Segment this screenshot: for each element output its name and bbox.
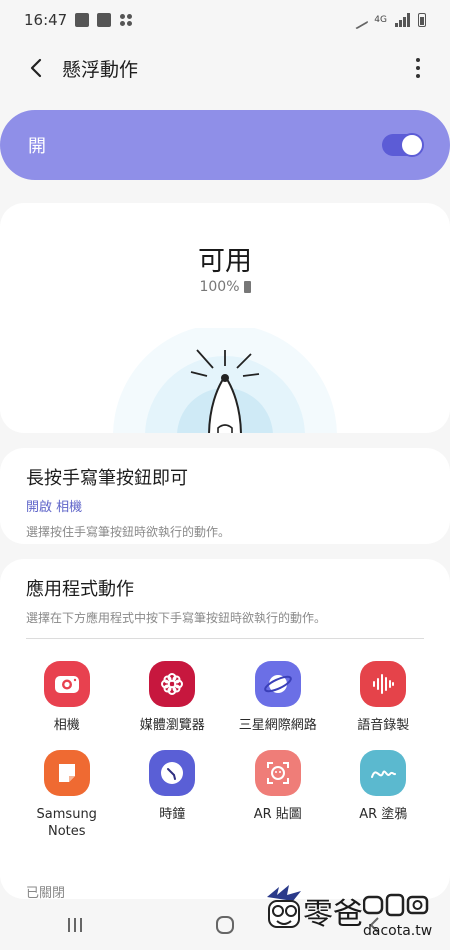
battery-icon — [243, 281, 251, 293]
app-label: AR 塗鴉 — [359, 807, 408, 822]
app-actions-description: 選擇在下方應用程式中按下手寫筆按鈕時欲執行的動作。 — [26, 611, 327, 625]
more-dot — [416, 66, 420, 70]
app-label: AR 貼圖 — [253, 807, 302, 822]
back-button[interactable] — [16, 48, 56, 88]
pen-status-card: 可用 100% — [0, 203, 450, 433]
status-right: 4G — [349, 10, 426, 30]
s-pen-illustration — [113, 328, 337, 433]
app-tile-samsung-notes[interactable]: Samsung Notes — [14, 750, 120, 840]
pen-battery-level: 100% — [199, 279, 240, 295]
page-title: 懸浮動作 — [62, 58, 139, 81]
home-button[interactable] — [195, 905, 255, 945]
chevron-left-icon — [30, 58, 42, 78]
status-bar: 16:47 4G — [0, 0, 450, 40]
sim-icon — [97, 13, 112, 27]
master-switch-label: 開 — [28, 136, 46, 157]
watermark-logo: 零爸 dacota.tw — [263, 883, 438, 943]
signal-icon — [395, 13, 410, 27]
app-tile-gallery[interactable]: 媒體瀏覽器 — [120, 661, 226, 734]
switch-knob — [400, 133, 424, 157]
app-grid: 相機 媒體瀏覽器 三星網際網路 語音錄製 Samsung Notes 時鐘 AR… — [0, 661, 450, 840]
battery-icon — [418, 13, 426, 27]
app-actions-card: 應用程式動作 選擇在下方應用程式中按下手寫筆按鈕時欲執行的動作。 相機 媒體瀏覽… — [0, 559, 450, 901]
divider — [26, 638, 424, 639]
press-button-card[interactable]: 長按手寫筆按鈕即可 開啟 相機 選擇按住手寫筆按鈕時欲執行的動作。 — [0, 448, 450, 544]
clock-icon — [149, 750, 196, 796]
app-tile-clock[interactable]: 時鐘 — [120, 750, 226, 840]
app-tile-camera[interactable]: 相機 — [14, 661, 120, 734]
master-switch-bar[interactable]: 開 — [0, 110, 450, 180]
recents-button[interactable] — [45, 905, 105, 945]
camera-icon — [43, 661, 90, 707]
app-tile-internet[interactable]: 三星網際網路 — [225, 661, 331, 734]
image-icon — [75, 13, 90, 27]
gallery-flower-icon — [149, 661, 196, 707]
app-label: 相機 — [53, 718, 80, 733]
app-label: Samsung Notes — [36, 807, 97, 839]
more-options-button[interactable] — [404, 50, 432, 86]
status-time: 16:47 — [24, 11, 68, 29]
app-tile-ar-doodle[interactable]: AR 塗鴉 — [331, 750, 437, 840]
app-header: 懸浮動作 — [0, 40, 450, 96]
network-label: 4G — [374, 14, 387, 25]
app-label: 語音錄製 — [357, 718, 410, 733]
more-vertical-icon — [416, 58, 420, 62]
ar-emoji-icon — [254, 750, 301, 796]
home-icon — [216, 915, 234, 934]
app-actions-title: 應用程式動作 — [26, 579, 134, 600]
voice-recorder-icon — [360, 661, 407, 707]
notes-icon — [43, 750, 90, 796]
watermark-device-icons — [363, 893, 429, 917]
ar-doodle-icon — [360, 750, 407, 796]
internet-planet-icon — [254, 661, 301, 707]
press-button-title: 長按手寫筆按鈕即可 — [26, 468, 188, 489]
status-left: 16:47 — [24, 11, 133, 29]
press-button-description: 選擇按住手寫筆按鈕時欲執行的動作。 — [26, 525, 231, 539]
press-button-status: 開啟 相機 — [26, 500, 83, 515]
pen-icon — [349, 10, 369, 30]
app-tile-ar-emoji[interactable]: AR 貼圖 — [225, 750, 331, 840]
app-tile-voice-recorder[interactable]: 語音錄製 — [331, 661, 437, 734]
app-label: 三星網際網路 — [238, 718, 317, 733]
app-label: 時鐘 — [159, 807, 186, 822]
watermark-text: 零爸 — [303, 897, 363, 932]
dots-icon — [119, 13, 133, 27]
mascot-logo — [267, 885, 301, 928]
watermark-domain: dacota.tw — [363, 923, 433, 939]
more-dot — [416, 74, 420, 78]
pen-status-title: 可用 — [198, 246, 252, 277]
pen-battery: 100% — [0, 279, 450, 295]
app-label: 媒體瀏覽器 — [139, 718, 205, 733]
recents-icon — [68, 917, 82, 932]
master-switch[interactable] — [382, 133, 424, 157]
